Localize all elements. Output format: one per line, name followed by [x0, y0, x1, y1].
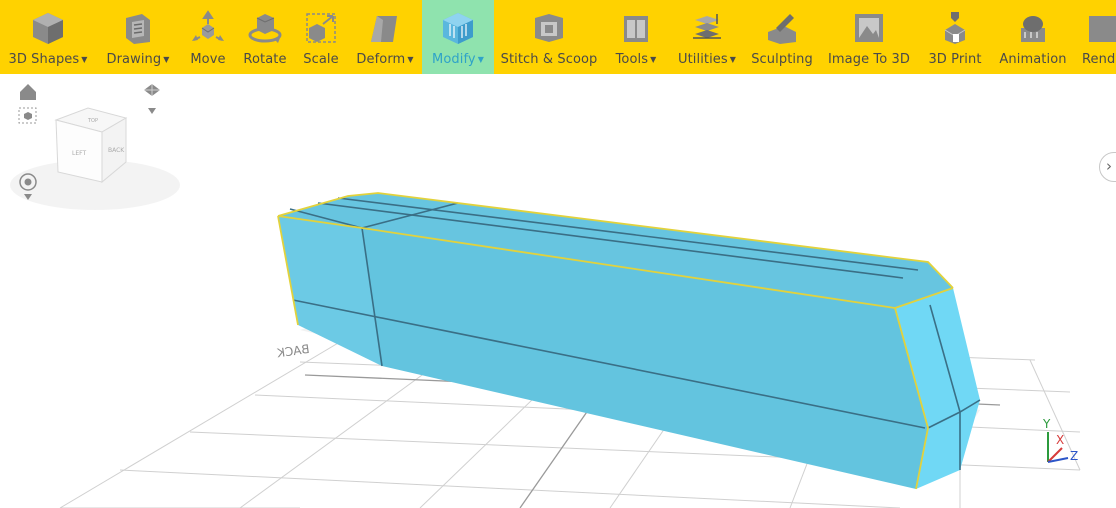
tool-animation[interactable]: Animation: [990, 0, 1076, 74]
image-to-3d-icon: [850, 8, 888, 48]
cube-icon: [29, 8, 67, 48]
tool-label: Scale: [303, 52, 339, 67]
stitch-scoop-icon: [530, 8, 568, 48]
tool-label: Tools: [615, 52, 649, 67]
view-cube-top-face: TOP: [87, 118, 98, 124]
axis-z-label: Z: [1070, 449, 1078, 463]
view-cube-left-face: LEFT: [72, 150, 86, 157]
tool-label: Rotate: [243, 52, 287, 67]
scene-canvas[interactable]: BACK Y X Z LEFT BACK TOP: [0, 74, 1116, 508]
tool-image-to-3d[interactable]: Image To 3D: [818, 0, 920, 74]
deform-icon: [366, 8, 404, 48]
tool-scale[interactable]: Scale: [294, 0, 348, 74]
modify-icon: [439, 8, 477, 48]
tool-label: Modify: [432, 52, 476, 67]
tool-label: Drawing: [106, 52, 162, 67]
tool-label: Sculpting: [751, 52, 813, 67]
tool-label: Utilities: [677, 52, 728, 67]
sculpting-icon: [763, 8, 801, 48]
animation-icon: [1014, 8, 1052, 48]
utilities-icon: [688, 8, 726, 48]
tool-3d-shapes[interactable]: 3D Shapes ▼: [0, 0, 96, 74]
tool-label: Image To 3D: [827, 52, 911, 67]
tool-sculpting[interactable]: Sculpting: [746, 0, 818, 74]
tool-tools[interactable]: Tools ▼: [604, 0, 668, 74]
tool-label: Move: [190, 52, 226, 67]
tool-label: 3D Shapes: [8, 52, 80, 67]
tool-label: Deform: [356, 52, 406, 67]
tool-label: Stitch & Scoop: [500, 52, 598, 67]
chevron-right-icon: ›: [1106, 157, 1112, 175]
rotate-icon: [246, 8, 284, 48]
scale-icon: [302, 8, 340, 48]
axis-x-label: X: [1056, 433, 1064, 447]
tool-modify[interactable]: Modify ▼: [422, 0, 494, 74]
tool-utilities[interactable]: Utilities ▼: [668, 0, 746, 74]
move-icon: [189, 8, 227, 48]
tool-stitch-scoop[interactable]: Stitch & Scoop: [494, 0, 604, 74]
tool-rotate[interactable]: Rotate: [236, 0, 294, 74]
tool-label: Rend: [1082, 52, 1116, 67]
tool-render[interactable]: Rend: [1076, 0, 1116, 74]
grid-back-label: BACK: [275, 342, 310, 361]
axis-gizmo: Y X Z: [1042, 417, 1078, 463]
view-cube-right-face: BACK: [108, 147, 125, 154]
home-view-icon[interactable]: [20, 84, 36, 100]
3d-viewport[interactable]: BACK Y X Z LEFT BACK TOP ›: [0, 74, 1116, 508]
tool-label: 3D Print: [928, 52, 982, 67]
selected-box-model[interactable]: [277, 192, 981, 490]
tool-label: Animation: [999, 52, 1067, 67]
tools-icon: [617, 8, 655, 48]
drawing-icon: [119, 8, 157, 48]
tool-drawing[interactable]: Drawing ▼: [96, 0, 180, 74]
main-toolbar: 3D Shapes ▼ Drawing ▼ Move Rotate Scale De…: [0, 0, 1116, 74]
3d-print-icon: [936, 8, 974, 48]
tool-deform[interactable]: Deform ▼: [348, 0, 422, 74]
perspective-toggle-icon[interactable]: [144, 84, 160, 114]
tool-move[interactable]: Move: [180, 0, 236, 74]
axis-y-label: Y: [1042, 417, 1051, 431]
fit-view-icon[interactable]: [18, 107, 37, 124]
tool-3d-print[interactable]: 3D Print: [920, 0, 990, 74]
render-icon: [1082, 8, 1116, 48]
